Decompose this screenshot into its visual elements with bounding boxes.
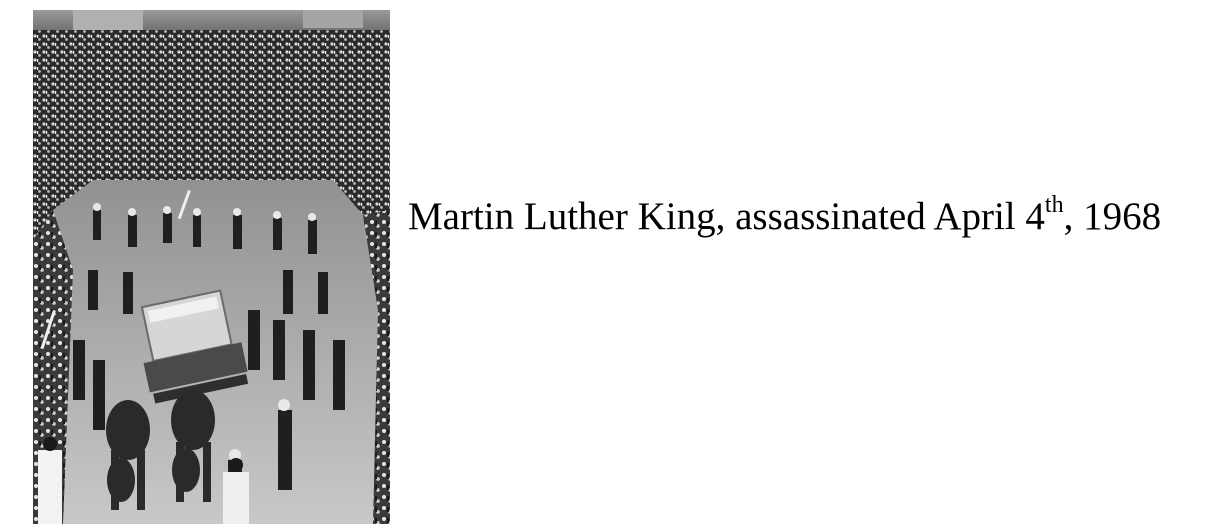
caption-year-text: , 1968 xyxy=(1063,195,1162,238)
funeral-procession-photo xyxy=(33,10,390,524)
photo-illustration xyxy=(33,10,390,524)
caption-ordinal-suffix: th xyxy=(1044,192,1064,218)
photo-caption: Martin Luther King, assassinated April 4… xyxy=(408,193,1161,241)
caption-main-text: Martin Luther King, assassinated April 4 xyxy=(408,195,1045,238)
document-page: Martin Luther King, assassinated April 4… xyxy=(0,0,1216,524)
